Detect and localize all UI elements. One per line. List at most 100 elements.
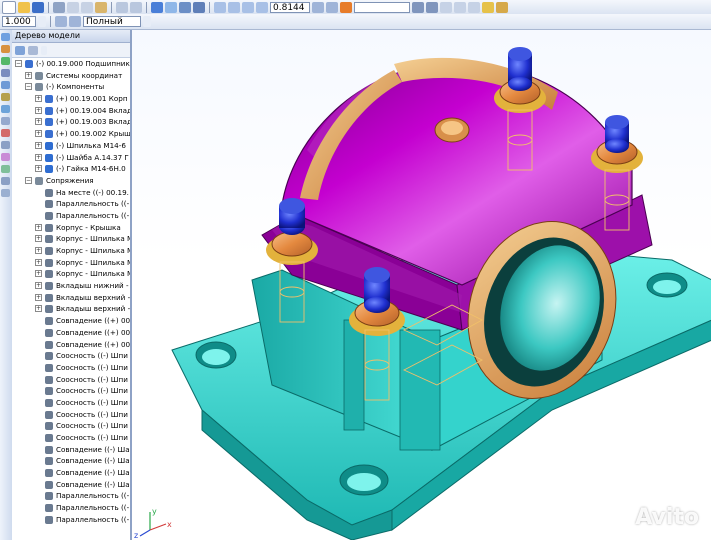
collapse-icon[interactable]: −	[15, 60, 22, 67]
grid-icon[interactable]	[55, 16, 67, 27]
model-viewport[interactable]: y x z Avito	[132, 30, 711, 540]
tree-item[interactable]: Совпадение ((-) Ша	[12, 455, 130, 467]
scale-dropdown-icon[interactable]	[38, 16, 46, 27]
collapse-icon[interactable]: −	[25, 83, 32, 91]
properties-icon[interactable]	[151, 1, 163, 13]
expand-icon[interactable]: +	[35, 258, 42, 266]
tree-dropdown-icon[interactable]	[41, 45, 47, 55]
tree-item[interactable]: Параллельность ((-	[12, 198, 130, 210]
tree-item[interactable]: Совпадение ((-) Ша	[12, 467, 130, 479]
expand-icon[interactable]: +	[35, 247, 42, 254]
expand-icon[interactable]: +	[35, 106, 42, 114]
tree-view-icon[interactable]	[15, 45, 25, 55]
tree-item[interactable]: Совпадение ((+) 00	[12, 315, 130, 327]
measure-tool-icon[interactable]	[1, 105, 10, 113]
tree-item[interactable]: + Корпус - Шпилька М	[12, 233, 130, 245]
tree-item[interactable]: + (+) 00.19.003 Вклад	[12, 116, 130, 128]
zoom-window-icon[interactable]	[242, 1, 254, 13]
paste-icon[interactable]	[95, 1, 107, 13]
zoom-out-icon[interactable]	[228, 1, 240, 13]
tree-item[interactable]: Соосность ((-) Шпи	[12, 420, 130, 432]
zoom-fit-icon[interactable]	[256, 1, 268, 13]
reports-tool-icon[interactable]	[1, 141, 10, 149]
variables-icon[interactable]	[193, 1, 205, 13]
specification-tool-icon[interactable]	[1, 129, 10, 137]
tree-item[interactable]: + Вкладыш нижний -	[12, 280, 130, 292]
surface-tool-icon[interactable]	[1, 165, 10, 173]
expand-icon[interactable]: +	[35, 118, 42, 126]
rotate-icon[interactable]	[326, 1, 338, 13]
collapse-icon[interactable]: −	[25, 176, 32, 184]
tree-item[interactable]: + Корпус - Крышка	[12, 222, 130, 234]
tree-item[interactable]: Совпадение ((-) Ша	[12, 479, 130, 491]
save-icon[interactable]	[32, 1, 44, 13]
tree-item[interactable]: Параллельность ((-	[12, 490, 130, 502]
tree-item[interactable]: На месте ((-) 00.19.	[12, 187, 130, 199]
layers-icon[interactable]	[165, 1, 177, 13]
tree-item[interactable]: − (-) 00.19.000 Подшипник (Те	[12, 58, 130, 70]
tree-item[interactable]: + (+) 00.19.004 Вклад	[12, 105, 130, 117]
expand-icon[interactable]: +	[35, 141, 42, 149]
tree-item[interactable]: Совпадение ((-) Ша	[12, 444, 130, 456]
display-dropdown-icon[interactable]	[143, 16, 151, 27]
expand-icon[interactable]: +	[25, 71, 32, 79]
tree-item[interactable]: − (-) Компоненты	[12, 81, 130, 93]
tree-item[interactable]: Параллельность ((-	[12, 210, 130, 222]
tree-item[interactable]: + Вкладыш верхний -	[12, 303, 130, 315]
shaded-edges-icon[interactable]	[426, 1, 438, 13]
expand-icon[interactable]: +	[35, 130, 42, 138]
expand-icon[interactable]: +	[35, 293, 42, 301]
section-icon[interactable]	[482, 1, 494, 13]
tree-item[interactable]: + (+) 00.19.002 Крыш	[12, 128, 130, 140]
print-icon[interactable]	[53, 1, 65, 13]
display-mode-icon[interactable]	[69, 16, 81, 27]
view-selector-field[interactable]	[354, 1, 410, 13]
tree-item[interactable]: Совпадение ((+) 00	[12, 339, 130, 351]
tree-item[interactable]: Соосность ((-) Шпи	[12, 374, 130, 386]
perspective-icon[interactable]	[468, 1, 480, 13]
tree-item[interactable]: + Корпус - Шпилька М	[12, 268, 130, 280]
curves-tool-icon[interactable]	[1, 177, 10, 185]
cut-icon[interactable]	[67, 1, 79, 13]
expand-icon[interactable]: +	[35, 282, 42, 290]
tree-item[interactable]: + Системы координат	[12, 70, 130, 82]
tree-item[interactable]: Параллельность ((-	[12, 502, 130, 514]
elements-tool-icon[interactable]	[1, 153, 10, 161]
hidden-lines-icon[interactable]	[454, 1, 466, 13]
expand-icon[interactable]: +	[35, 270, 42, 278]
expand-icon[interactable]: +	[35, 165, 42, 173]
wireframe-icon[interactable]	[440, 1, 452, 13]
editing-tool-icon[interactable]	[1, 45, 10, 53]
expand-icon[interactable]: +	[35, 95, 42, 103]
tree-item[interactable]: Соосность ((-) Шпи	[12, 350, 130, 362]
assembly-3d-model[interactable]: y x z	[132, 30, 711, 540]
help-icon[interactable]	[496, 1, 508, 13]
new-document-icon[interactable]	[2, 0, 16, 14]
expand-icon[interactable]: +	[35, 235, 42, 243]
undo-icon[interactable]	[116, 1, 128, 13]
tree-item[interactable]: + Корпус - Шпилька М	[12, 257, 130, 269]
tree-item[interactable]: + (-) Гайка М14-6Н.0	[12, 163, 130, 175]
auxiliary-geometry-icon[interactable]	[1, 93, 10, 101]
geometry-tool-icon[interactable]	[1, 33, 10, 41]
scale-field[interactable]: 1.000	[2, 16, 36, 27]
mates-tool-icon[interactable]	[1, 69, 10, 77]
pan-icon[interactable]	[312, 1, 324, 13]
tree-item[interactable]: Соосность ((-) Шпи	[12, 409, 130, 421]
expand-icon[interactable]: +	[35, 223, 42, 231]
tree-item[interactable]: Соосность ((-) Шпи	[12, 432, 130, 444]
tree-item[interactable]: + Вкладыш верхний -	[12, 292, 130, 304]
tree-item[interactable]: − Сопряжения	[12, 175, 130, 187]
zoom-in-icon[interactable]	[214, 1, 226, 13]
expand-icon[interactable]: +	[35, 305, 42, 313]
copy-icon[interactable]	[81, 1, 93, 13]
zoom-value-field[interactable]: 0.8144	[270, 1, 310, 13]
filters-tool-icon[interactable]	[1, 117, 10, 125]
tree-item[interactable]: Соосность ((-) Шпи	[12, 385, 130, 397]
tree-item[interactable]: + (-) Шайба А.14.37 Г	[12, 152, 130, 164]
tree-item[interactable]: Соосность ((-) Шпи	[12, 397, 130, 409]
function-icon[interactable]	[179, 1, 191, 13]
tree-item[interactable]: Совпадение ((+) 00	[12, 327, 130, 339]
expand-icon[interactable]: +	[35, 153, 42, 161]
tree-item[interactable]: Соосность ((-) Шпи	[12, 362, 130, 374]
